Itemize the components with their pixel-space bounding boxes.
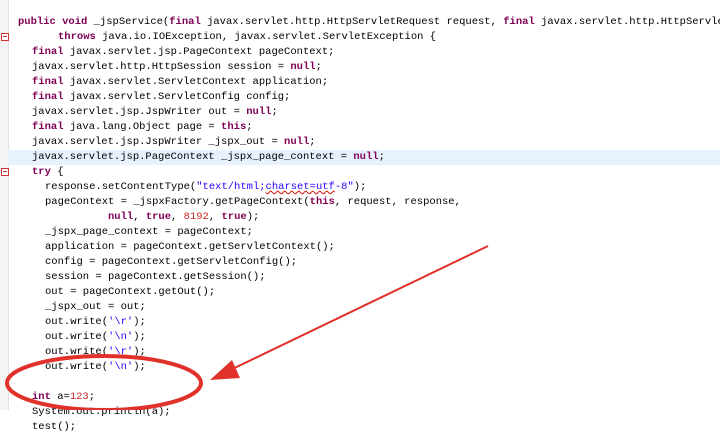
code-line[interactable]: test(); bbox=[32, 420, 76, 435]
annotation-overlay bbox=[5, 245, 489, 410]
annotation-arrowhead bbox=[210, 360, 240, 380]
annotation-arrow-shaft bbox=[221, 245, 489, 375]
code-token: test(); bbox=[32, 421, 77, 433]
highlight-ellipse bbox=[5, 354, 203, 410]
